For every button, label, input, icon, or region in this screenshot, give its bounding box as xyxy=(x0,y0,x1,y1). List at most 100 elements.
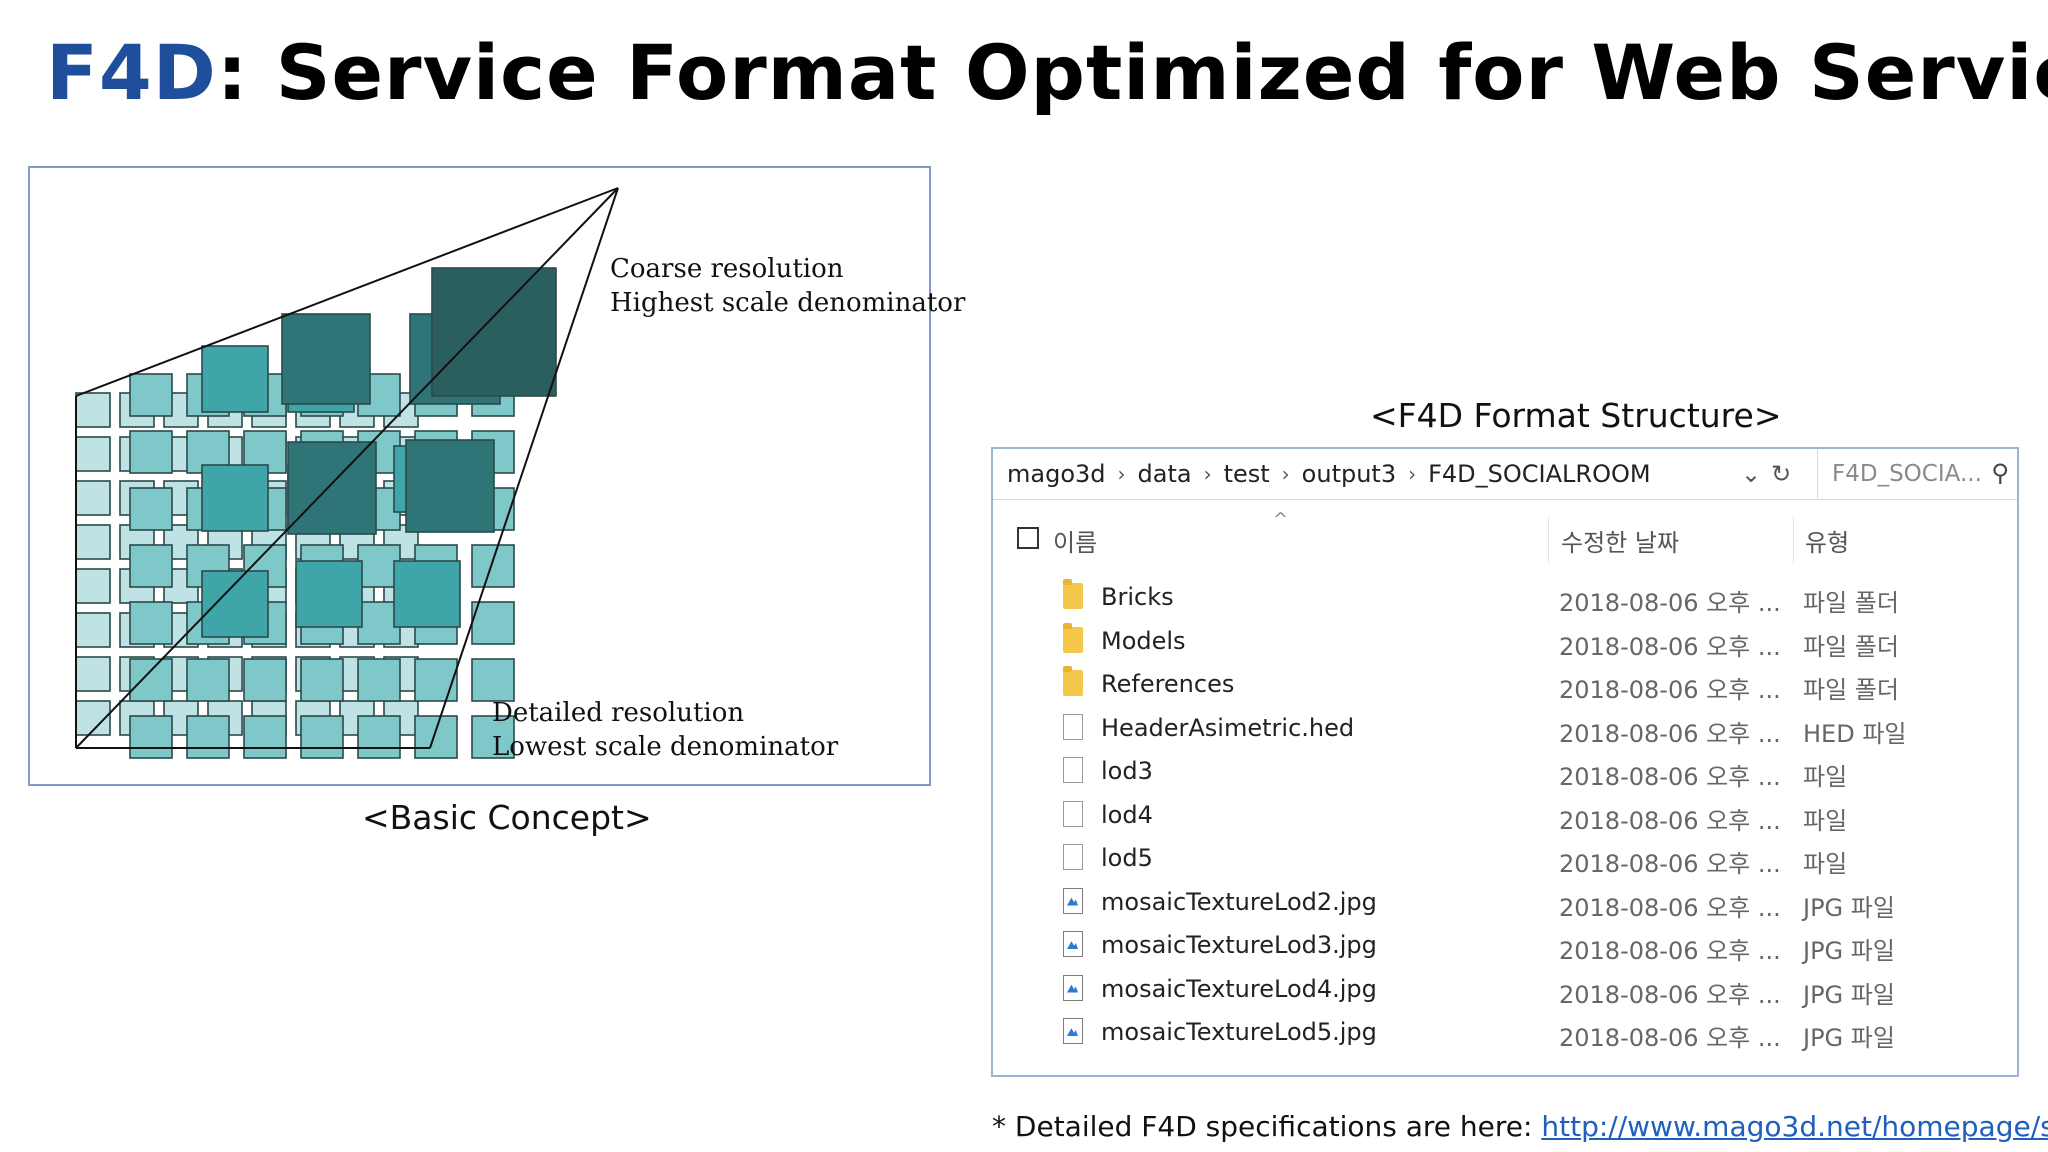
file-date: 2018-08-06 오후 ... xyxy=(1559,850,1781,878)
file-row[interactable]: Bricks 2018-08-06 오후 ... 파일 폴더 xyxy=(993,579,2017,621)
chevron-right-icon[interactable]: › xyxy=(1280,462,1302,486)
tile-level-1 xyxy=(300,658,344,702)
tile-level-4 xyxy=(431,267,557,397)
chevron-down-icon[interactable]: ⌄ xyxy=(1741,460,1761,488)
title-accent: F4D xyxy=(46,28,217,117)
tile-level-0 xyxy=(75,656,111,692)
file-type: HED 파일 xyxy=(1803,719,1907,748)
file-date: 2018-08-06 오후 ... xyxy=(1559,806,1781,835)
basic-concept-diagram: Coarse resolution Highest scale denomina… xyxy=(28,166,965,786)
file-row[interactable]: mosaicTextureLod3.jpg 2018-08-06 오후 ... JP… xyxy=(993,927,2017,969)
image-icon xyxy=(1063,974,1083,1001)
tile-level-1 xyxy=(129,430,173,474)
address-tools: ⌄ ↻ xyxy=(1741,449,1791,499)
chevron-right-icon[interactable]: › xyxy=(1406,462,1428,486)
file-type: JPG 파일 xyxy=(1803,937,1895,965)
footnote: * Detailed F4D specifications are here: … xyxy=(992,1110,2048,1143)
file-date: 2018-08-06 오후 ... xyxy=(1559,937,1781,965)
file-date: 2018-08-06 오후 ... xyxy=(1559,763,1781,791)
tile-level-1 xyxy=(186,715,230,759)
tile-level-2 xyxy=(201,464,269,532)
file-type: 파일 폴더 xyxy=(1803,676,1899,704)
address-bar[interactable]: mago3d › data › test › output3 › F4D_SOCIALROOM … xyxy=(993,449,2017,500)
footnote-text: * Detailed F4D specifications are here: xyxy=(992,1110,1542,1143)
breadcrumb-item[interactable]: data xyxy=(1138,460,1202,488)
file-type: 파일 xyxy=(1803,850,1848,878)
file-row[interactable]: HeaderAsimetric.hed 2018-08-06 오후 ... HED … xyxy=(993,710,2017,752)
tile-level-3 xyxy=(405,439,495,533)
tile-level-1 xyxy=(129,658,173,702)
file-row[interactable]: mosaicTextureLod4.jpg 2018-08-06 오후 ... JP… xyxy=(993,971,2017,1013)
search-icon[interactable]: ⚲ xyxy=(1991,459,2009,487)
file-name: mosaicTextureLod3.jpg xyxy=(1101,931,1377,959)
tile-level-0 xyxy=(75,524,111,560)
breadcrumb-item[interactable]: output3 xyxy=(1302,460,1406,488)
tile-level-0 xyxy=(75,392,111,428)
file-date: 2018-08-06 오후 ... xyxy=(1559,719,1781,748)
file-icon xyxy=(1063,713,1083,740)
column-divider[interactable] xyxy=(1548,517,1549,563)
detailed-resolution-label: Detailed resolution Lowest scale denomin… xyxy=(492,696,838,764)
basic-concept-caption: <Basic Concept> xyxy=(362,798,652,837)
file-row[interactable]: mosaicTextureLod5.jpg 2018-08-06 오후 ... JP… xyxy=(993,1014,2017,1056)
file-date: 2018-08-06 오후 ... xyxy=(1559,676,1781,704)
breadcrumb-item[interactable]: F4D_SOCIALROOM xyxy=(1428,460,1660,488)
file-row[interactable]: lod3 2018-08-06 오후 ... 파일 xyxy=(993,753,2017,795)
file-name: lod4 xyxy=(1101,800,1153,829)
tile-level-2 xyxy=(201,570,269,638)
format-structure-caption: <F4D Format Structure> xyxy=(1370,396,1782,435)
image-icon xyxy=(1063,1018,1083,1044)
tile-level-1 xyxy=(129,544,173,588)
select-all-checkbox[interactable] xyxy=(1017,527,1039,549)
detailed-line-1: Detailed resolution xyxy=(492,698,745,728)
file-row[interactable]: lod5 2018-08-06 오후 ... 파일 xyxy=(993,840,2017,882)
tile-level-3 xyxy=(281,313,371,405)
file-row[interactable]: References 2018-08-06 오후 ... 파일 폴더 xyxy=(993,666,2017,708)
file-date: 2018-08-06 오후 ... xyxy=(1559,632,1781,661)
breadcrumb-item[interactable]: test xyxy=(1224,460,1280,488)
tile-level-1 xyxy=(129,601,173,645)
tile-level-1 xyxy=(129,487,173,531)
file-name: mosaicTextureLod4.jpg xyxy=(1101,974,1377,1003)
column-type[interactable]: 유형 xyxy=(1805,523,1849,558)
tile-level-2 xyxy=(393,560,461,628)
file-row[interactable]: mosaicTextureLod2.jpg 2018-08-06 오후 ... JP… xyxy=(993,884,2017,926)
search-text: F4D_SOCIA... xyxy=(1832,461,1982,487)
image-icon xyxy=(1063,931,1083,957)
file-type: 파일 xyxy=(1803,763,1848,791)
tile-level-1 xyxy=(471,544,515,588)
file-row[interactable]: Models 2018-08-06 오후 ... 파일 폴더 xyxy=(993,622,2017,665)
file-name: Bricks xyxy=(1101,583,1174,611)
file-name: mosaicTextureLod5.jpg xyxy=(1101,1018,1377,1046)
file-type: 파일 폴더 xyxy=(1803,589,1899,617)
column-header: ^ 이름 수정한 날짜 유형 xyxy=(993,509,2017,565)
file-type: JPG 파일 xyxy=(1803,980,1895,1009)
tile-level-2 xyxy=(201,345,269,413)
chevron-right-icon[interactable]: › xyxy=(1116,462,1138,486)
file-row[interactable]: lod4 2018-08-06 오후 ... 파일 xyxy=(993,797,2017,839)
file-type: 파일 폴더 xyxy=(1803,632,1899,661)
file-icon xyxy=(1063,800,1083,827)
file-name: mosaicTextureLod2.jpg xyxy=(1101,887,1377,916)
slide-title: F4D: Service Format Optimized for Web Se… xyxy=(46,28,2048,117)
search-input[interactable]: F4D_SOCIA... ⚲ xyxy=(1817,449,2017,499)
file-name: Models xyxy=(1101,626,1186,655)
folder-icon xyxy=(1063,622,1083,653)
tile-level-1 xyxy=(243,658,287,702)
column-divider[interactable] xyxy=(1793,517,1794,563)
detailed-line-2: Lowest scale denominator xyxy=(492,732,839,762)
column-name[interactable]: 이름 xyxy=(1053,523,1097,558)
file-explorer-window: mago3d › data › test › output3 › F4D_SOCIALROOM … xyxy=(991,447,2019,1077)
breadcrumb: mago3d › data › test › output3 › F4D_SOCIALROOM xyxy=(1007,449,1661,499)
breadcrumb-item[interactable]: mago3d xyxy=(1007,460,1116,488)
tile-level-1 xyxy=(186,658,230,702)
tile-level-1 xyxy=(300,715,344,759)
column-date[interactable]: 수정한 날짜 xyxy=(1561,523,1679,558)
file-name: HeaderAsimetric.hed xyxy=(1101,713,1355,742)
refresh-icon[interactable]: ↻ xyxy=(1771,460,1791,488)
title-rest: : Service Format Optimized for Web Servi… xyxy=(216,28,2048,117)
spec-link[interactable]: http://www.mago3d.net/homepage/spec.do xyxy=(1541,1110,2048,1143)
tile-level-3 xyxy=(287,441,377,535)
chevron-right-icon[interactable]: › xyxy=(1202,462,1224,486)
file-date: 2018-08-06 오후 ... xyxy=(1559,1024,1781,1052)
